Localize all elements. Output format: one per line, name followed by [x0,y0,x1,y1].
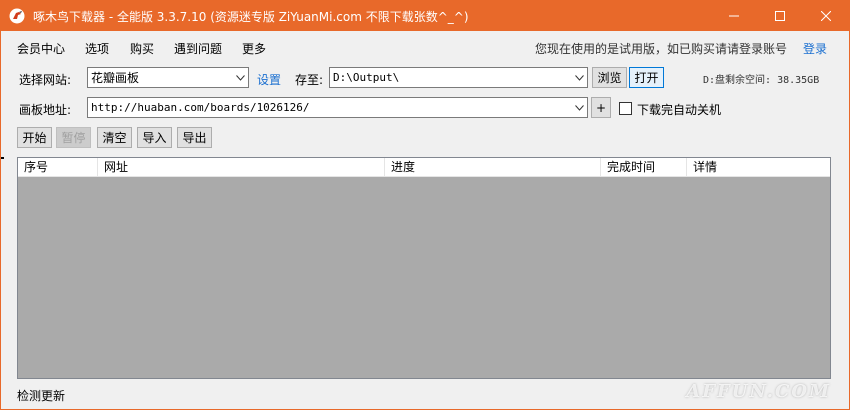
auto-shutdown-checkbox[interactable] [619,102,632,115]
open-button[interactable]: 打开 [629,67,664,88]
column-header-index[interactable]: 序号 [18,158,98,177]
close-icon [821,11,831,21]
board-url-input[interactable]: http://huaban.com/boards/1026126/ [87,97,588,118]
board-url-label: 画板地址: [19,103,72,117]
auto-shutdown-label[interactable]: 下载完自动关机 [637,101,721,118]
export-button[interactable]: 导出 [177,127,212,148]
column-header-details[interactable]: 详情 [687,158,830,177]
title-bar[interactable]: 啄木鸟下载器 - 全能版 3.3.7.10 (资源迷专版 ZiYuanMi.co… [1,1,849,31]
woodpecker-app-icon [9,8,25,24]
menu-bar: 会员中心 选项 购买 遇到问题 更多 您现在使用的是试用版，如已购买请请登录账号… [1,35,849,61]
chevron-down-icon [232,68,248,87]
add-url-button[interactable]: + [591,97,611,118]
minimize-icon [729,15,739,17]
column-header-url[interactable]: 网址 [98,158,385,177]
login-link[interactable]: 登录 [803,40,827,57]
menu-help[interactable]: 遇到问题 [174,40,222,57]
menu-more[interactable]: 更多 [242,40,266,57]
site-select-value: 花瓣画板 [91,71,140,85]
start-button[interactable]: 开始 [17,127,52,148]
site-label: 选择网站: [19,73,72,87]
minimize-button[interactable] [711,1,757,31]
menu-purchase[interactable]: 购买 [130,40,154,57]
site-select[interactable]: 花瓣画板 [87,67,249,88]
maximize-icon [775,11,785,21]
column-header-finish-time[interactable]: 完成时间 [601,158,687,177]
download-list[interactable]: 序号 网址 进度 完成时间 详情 [17,157,831,379]
clear-button[interactable]: 清空 [97,127,132,148]
settings-link[interactable]: 设置 [257,71,281,88]
save-path-value: D:\Output\ [333,71,400,84]
chevron-down-icon [571,68,587,87]
download-list-header: 序号 网址 进度 完成时间 详情 [18,158,830,177]
save-to-label: 存至: [295,73,324,87]
save-path-select[interactable]: D:\Output\ [329,67,588,88]
disk-space-text: D:盘剩余空间: 38.35GB [703,75,820,86]
import-button[interactable]: 导入 [137,127,172,148]
chevron-down-icon [571,98,587,117]
window-title: 啄木鸟下载器 - 全能版 3.3.7.10 (资源迷专版 ZiYuanMi.co… [33,9,469,24]
menu-member-center[interactable]: 会员中心 [17,40,65,57]
main-window: 啄木鸟下载器 - 全能版 3.3.7.10 (资源迷专版 ZiYuanMi.co… [0,0,850,410]
maximize-button[interactable] [757,1,803,31]
board-url-value: http://huaban.com/boards/1026126/ [91,101,310,114]
close-button[interactable] [803,1,849,31]
check-update-status[interactable]: 检测更新 [17,387,65,404]
pause-button[interactable]: 暂停 [56,127,91,148]
menu-options[interactable]: 选项 [85,40,109,57]
window-controls [711,1,849,31]
edge-marker [1,157,4,159]
watermark-logo: AFFUN.COM [686,381,831,402]
browse-button[interactable]: 浏览 [592,67,627,88]
trial-notice: 您现在使用的是试用版，如已购买请请登录账号 [534,42,787,56]
column-header-progress[interactable]: 进度 [385,158,601,177]
